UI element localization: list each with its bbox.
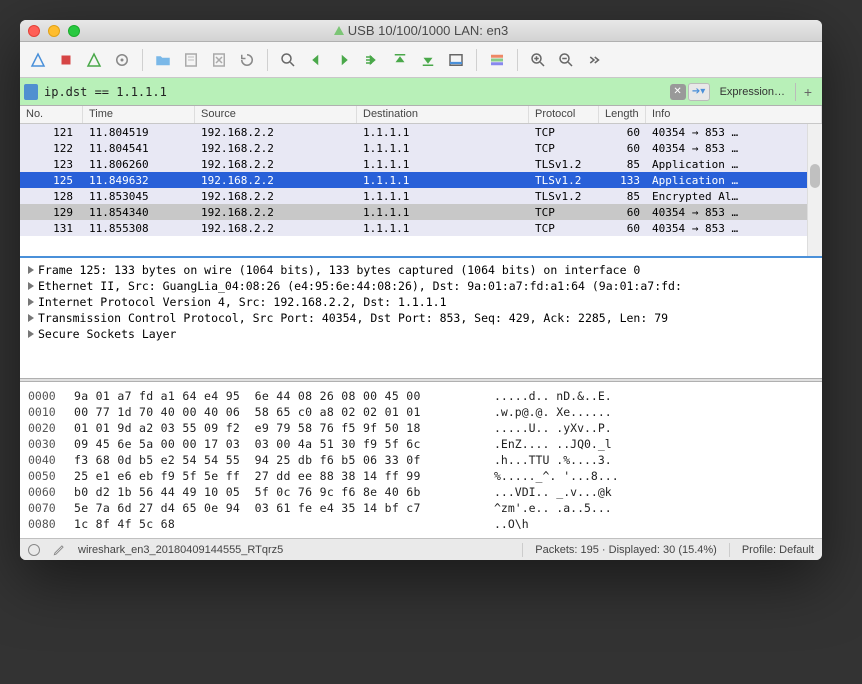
expand-icon — [28, 298, 34, 306]
app-window: USB 10/100/1000 LAN: en3 ✕ ➔▾ Expressio — [20, 20, 822, 560]
packet-row[interactable]: 12311.806260192.168.2.21.1.1.1TLSv1.285A… — [20, 156, 822, 172]
packet-row[interactable]: 12211.804541192.168.2.21.1.1.1TCP6040354… — [20, 140, 822, 156]
apply-filter-button[interactable]: ➔▾ — [688, 83, 710, 101]
packet-row[interactable]: 12811.853045192.168.2.21.1.1.1TLSv1.285E… — [20, 188, 822, 204]
minimize-window-button[interactable] — [48, 25, 60, 37]
go-to-packet-button[interactable] — [360, 48, 384, 72]
detail-row[interactable]: Internet Protocol Version 4, Src: 192.16… — [28, 294, 814, 310]
column-header-protocol[interactable]: Protocol — [529, 106, 599, 123]
hex-row[interactable]: 00801c 8f 4f 5c 68..O\h — [28, 516, 814, 532]
packet-row[interactable]: 12911.854340192.168.2.21.1.1.1TCP6040354… — [20, 204, 822, 220]
start-capture-button[interactable] — [26, 48, 50, 72]
packet-list-pane: No. Time Source Destination Protocol Len… — [20, 106, 822, 256]
toolbar-overflow-button[interactable] — [582, 48, 606, 72]
status-file-name: wireshark_en3_20180409144555_RTqrz5 — [78, 544, 510, 556]
column-header-info[interactable]: Info — [646, 106, 822, 123]
expand-icon — [28, 266, 34, 274]
titlebar: USB 10/100/1000 LAN: en3 — [20, 20, 822, 42]
zoom-out-button[interactable] — [554, 48, 578, 72]
bookmark-icon[interactable] — [24, 84, 38, 100]
hex-row[interactable]: 005025 e1 e6 eb f9 5f 5e ff 27 dd ee 88 … — [28, 468, 814, 484]
window-title-text: USB 10/100/1000 LAN: en3 — [348, 23, 508, 38]
save-file-button[interactable] — [179, 48, 203, 72]
add-filter-button[interactable]: + — [798, 82, 818, 102]
column-header-destination[interactable]: Destination — [357, 106, 529, 123]
column-header-time[interactable]: Time — [83, 106, 195, 123]
packet-bytes-pane: 00009a 01 a7 fd a1 64 e4 95 6e 44 08 26 … — [20, 382, 822, 538]
expand-icon — [28, 314, 34, 322]
display-filter-bar: ✕ ➔▾ Expression… + — [20, 78, 822, 106]
go-back-button[interactable] — [304, 48, 328, 72]
hex-row[interactable]: 001000 77 1d 70 40 00 40 06 58 65 c0 a8 … — [28, 404, 814, 420]
status-bar: wireshark_en3_20180409144555_RTqrz5 Pack… — [20, 538, 822, 560]
close-file-button[interactable] — [207, 48, 231, 72]
wireshark-fin-icon — [334, 26, 344, 35]
packet-list-header: No. Time Source Destination Protocol Len… — [20, 106, 822, 124]
status-profile[interactable]: Profile: Default — [742, 544, 814, 556]
find-packet-button[interactable] — [276, 48, 300, 72]
edit-icon[interactable] — [52, 543, 66, 557]
reload-file-button[interactable] — [235, 48, 259, 72]
status-packet-count: Packets: 195 · Displayed: 30 (15.4%) — [535, 544, 717, 556]
clear-filter-button[interactable]: ✕ — [670, 84, 686, 100]
packet-rows: 12111.804519192.168.2.21.1.1.1TCP6040354… — [20, 124, 822, 236]
go-forward-button[interactable] — [332, 48, 356, 72]
column-header-length[interactable]: Length — [599, 106, 646, 123]
display-filter-input[interactable] — [40, 85, 668, 99]
column-header-no[interactable]: No. — [20, 106, 83, 123]
hex-row[interactable]: 00009a 01 a7 fd a1 64 e4 95 6e 44 08 26 … — [28, 388, 814, 404]
hex-row[interactable]: 0060b0 d2 1b 56 44 49 10 05 5f 0c 76 9c … — [28, 484, 814, 500]
expression-button[interactable]: Expression… — [712, 84, 793, 100]
expand-icon — [28, 282, 34, 290]
open-file-button[interactable] — [151, 48, 175, 72]
detail-row[interactable]: Ethernet II, Src: GuangLia_04:08:26 (e4:… — [28, 278, 814, 294]
restart-capture-button[interactable] — [82, 48, 106, 72]
main-toolbar — [20, 42, 822, 78]
go-last-button[interactable] — [416, 48, 440, 72]
window-title: USB 10/100/1000 LAN: en3 — [80, 23, 762, 38]
detail-row[interactable]: Secure Sockets Layer — [28, 326, 814, 342]
zoom-window-button[interactable] — [68, 25, 80, 37]
capture-options-button[interactable] — [110, 48, 134, 72]
zoom-in-button[interactable] — [526, 48, 550, 72]
packet-list-scrollbar[interactable] — [807, 124, 822, 256]
window-controls — [28, 25, 80, 37]
packet-details-pane: Frame 125: 133 bytes on wire (1064 bits)… — [20, 258, 822, 378]
packet-row[interactable]: 13111.855308192.168.2.21.1.1.1TCP6040354… — [20, 220, 822, 236]
colorize-button[interactable] — [485, 48, 509, 72]
column-header-source[interactable]: Source — [195, 106, 357, 123]
packet-row[interactable]: 12511.849632192.168.2.21.1.1.1TLSv1.2133… — [20, 172, 822, 188]
packet-row[interactable]: 12111.804519192.168.2.21.1.1.1TCP6040354… — [20, 124, 822, 140]
detail-row[interactable]: Frame 125: 133 bytes on wire (1064 bits)… — [28, 262, 814, 278]
go-first-button[interactable] — [388, 48, 412, 72]
hex-row[interactable]: 0040f3 68 0d b5 e2 54 54 55 94 25 db f6 … — [28, 452, 814, 468]
detail-row[interactable]: Transmission Control Protocol, Src Port:… — [28, 310, 814, 326]
hex-row[interactable]: 003009 45 6e 5a 00 00 17 03 03 00 4a 51 … — [28, 436, 814, 452]
stop-capture-button[interactable] — [54, 48, 78, 72]
close-window-button[interactable] — [28, 25, 40, 37]
hex-row[interactable]: 002001 01 9d a2 03 55 09 f2 e9 79 58 76 … — [28, 420, 814, 436]
hex-row[interactable]: 00705e 7a 6d 27 d4 65 0e 94 03 61 fe e4 … — [28, 500, 814, 516]
expert-info-button[interactable] — [28, 544, 40, 556]
auto-scroll-button[interactable] — [444, 48, 468, 72]
expand-icon — [28, 330, 34, 338]
